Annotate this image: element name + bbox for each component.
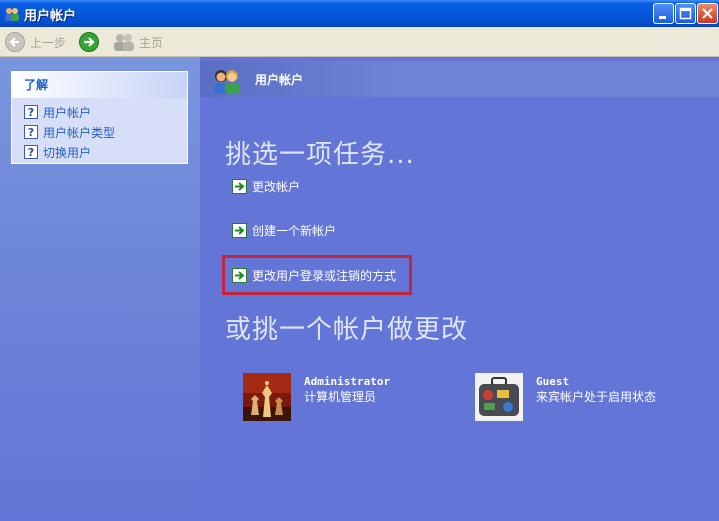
user-accounts-icon bbox=[214, 70, 240, 94]
close-button[interactable] bbox=[697, 3, 718, 24]
account-status: 来宾帐户处于启用状态 bbox=[536, 390, 657, 404]
title-bar[interactable]: 用户帐户 bbox=[0, 0, 719, 27]
sidebar-item-user-accounts[interactable]: ? 用户帐户 bbox=[12, 102, 187, 122]
main-content: 用户帐户 挑选一项任务... 更改帐户 创建一个新帐户 更改用户登录或注销的方式… bbox=[200, 57, 719, 521]
sidebar-item-label[interactable]: 切换用户 bbox=[43, 144, 91, 161]
home-label: 主页 bbox=[139, 35, 164, 50]
content-header: 用户帐户 bbox=[200, 61, 719, 97]
svg-text:?: ? bbox=[28, 126, 34, 139]
green-arrow-icon bbox=[232, 222, 247, 238]
svg-text:?: ? bbox=[28, 106, 34, 119]
learn-about-title: 了解 bbox=[12, 72, 187, 98]
home-users-icon bbox=[114, 34, 134, 51]
content-title: 用户帐户 bbox=[255, 73, 304, 87]
minimize-icon bbox=[659, 16, 666, 19]
account-name: Administrator bbox=[304, 375, 391, 388]
highlight-box bbox=[222, 255, 412, 295]
forward-button[interactable] bbox=[78, 30, 100, 54]
back-button[interactable]: 上一步 bbox=[4, 30, 66, 54]
task-create-account[interactable]: 创建一个新帐户 bbox=[232, 221, 336, 239]
account-type: 计算机管理员 bbox=[304, 390, 377, 404]
svg-text:?: ? bbox=[28, 146, 34, 159]
forward-arrow-icon bbox=[79, 32, 99, 52]
maximize-button[interactable] bbox=[675, 3, 696, 24]
back-arrow-icon bbox=[5, 32, 25, 52]
close-icon bbox=[702, 8, 713, 19]
help-icon: ? bbox=[24, 125, 38, 139]
users-icon bbox=[5, 8, 19, 21]
pick-account-heading: 或挑一个帐户做更改 bbox=[225, 315, 469, 345]
green-arrow-icon bbox=[232, 178, 247, 194]
sidebar-item-switch-user[interactable]: ? 切换用户 bbox=[12, 142, 187, 162]
home-button[interactable]: 主页 bbox=[113, 30, 163, 54]
task-label[interactable]: 创建一个新帐户 bbox=[252, 222, 336, 239]
account-name: Guest bbox=[536, 375, 570, 388]
account-guest[interactable]: Guest 来宾帐户处于启用状态 bbox=[475, 373, 715, 423]
learn-about-box: 了解 ? 用户帐户 ? 用户帐户类型 ? 切换用户 bbox=[11, 71, 188, 164]
back-label: 上一步 bbox=[30, 35, 67, 50]
suitcase-avatar bbox=[475, 373, 523, 421]
task-change-account[interactable]: 更改帐户 bbox=[232, 177, 300, 195]
chess-pieces-avatar bbox=[243, 373, 291, 421]
help-icon: ? bbox=[24, 105, 38, 119]
toolbar: 上一步 主页 bbox=[0, 27, 719, 57]
task-label[interactable]: 更改帐户 bbox=[252, 178, 300, 195]
sidebar-item-account-types[interactable]: ? 用户帐户类型 bbox=[12, 122, 187, 142]
window-title: 用户帐户 bbox=[24, 9, 77, 24]
sidebar-item-label[interactable]: 用户帐户 bbox=[43, 104, 91, 121]
maximize-icon bbox=[679, 7, 692, 20]
minimize-button[interactable] bbox=[653, 3, 674, 24]
account-administrator[interactable]: Administrator 计算机管理员 bbox=[243, 373, 443, 423]
task-pane: 了解 ? 用户帐户 ? 用户帐户类型 ? 切换用户 bbox=[0, 57, 200, 521]
sidebar-item-label[interactable]: 用户帐户类型 bbox=[43, 124, 115, 141]
help-icon: ? bbox=[24, 145, 38, 159]
pick-task-heading: 挑选一项任务... bbox=[225, 140, 415, 170]
